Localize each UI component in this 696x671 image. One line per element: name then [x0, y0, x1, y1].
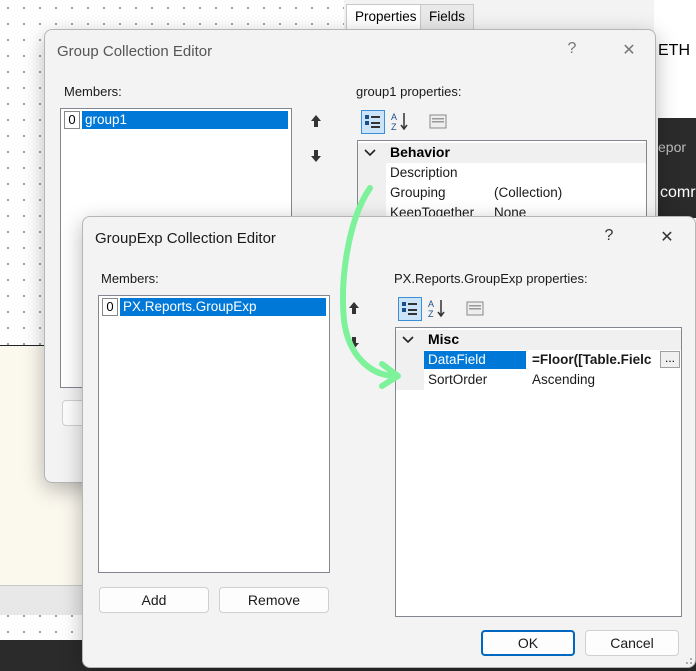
background-text-mid: epor	[658, 139, 687, 155]
property-row-datafield[interactable]: DataField =Floor([Table.Fielc ...	[396, 350, 681, 370]
cancel-button[interactable]: Cancel	[585, 630, 679, 656]
property-row-sortorder[interactable]: SortOrder Ascending	[396, 370, 681, 390]
svg-text:A: A	[391, 112, 397, 122]
background-text-top: ETH	[658, 42, 690, 59]
dialog-title: GroupExp Collection Editor	[95, 230, 276, 247]
properties-label: group1 properties:	[356, 84, 462, 99]
background-text-low: comr	[660, 184, 696, 201]
svg-text:Z: Z	[428, 309, 434, 319]
list-item-name: PX.Reports.GroupExp	[120, 298, 326, 316]
remove-button[interactable]: Remove	[219, 587, 329, 613]
dialog-title: Group Collection Editor	[57, 43, 213, 60]
close-button[interactable]: ✕	[618, 40, 640, 62]
category-label: Behavior	[390, 144, 450, 160]
resize-grip-icon[interactable]	[683, 655, 693, 665]
category-label: Misc	[428, 331, 460, 347]
help-button[interactable]: ?	[598, 227, 620, 249]
members-label: Members:	[64, 84, 122, 99]
categorized-icon	[365, 115, 380, 128]
property-grid-toolbar: A Z	[396, 297, 496, 325]
category-row-behavior[interactable]: Behavior	[358, 143, 646, 163]
move-up-button[interactable]	[303, 110, 329, 136]
property-pages-button[interactable]	[464, 297, 488, 321]
members-listbox[interactable]: 0 PX.Reports.GroupExp	[98, 295, 330, 573]
background-dark-panel: epor comr	[658, 118, 696, 218]
sort-alpha-icon: A Z	[428, 299, 445, 319]
property-pages-button[interactable]	[427, 110, 451, 134]
list-item-index: 0	[64, 111, 80, 129]
chevron-down-icon	[364, 149, 376, 157]
list-item-index: 0	[102, 298, 118, 316]
help-button[interactable]: ?	[561, 40, 583, 62]
properties-label: PX.Reports.GroupExp properties:	[394, 271, 588, 286]
property-pages-icon	[429, 114, 447, 129]
ok-button[interactable]: OK	[481, 630, 575, 656]
list-item[interactable]: 0 PX.Reports.GroupExp	[102, 298, 326, 316]
property-pages-icon	[466, 301, 484, 316]
ellipsis-button[interactable]: ...	[660, 351, 680, 368]
arrow-down-icon	[311, 150, 321, 162]
list-item-name: group1	[82, 111, 288, 129]
property-name: SortOrder	[428, 372, 488, 387]
members-label: Members:	[101, 271, 159, 286]
svg-text:A: A	[428, 299, 434, 309]
report-section-footer	[0, 585, 90, 615]
properties-tabbar: Properties Fields	[344, 0, 654, 32]
annotation-arrow	[340, 185, 401, 389]
property-grid[interactable]: Misc DataField =Floor([Table.Fielc ... S…	[395, 327, 682, 617]
svg-text:Z: Z	[391, 122, 397, 132]
add-button[interactable]: Add	[99, 587, 209, 613]
sort-alpha-icon: A Z	[391, 112, 408, 132]
property-value: Ascending	[532, 372, 596, 387]
list-item[interactable]: 0 group1	[64, 111, 288, 129]
property-grid-toolbar: A Z	[359, 110, 459, 138]
alphabetical-button[interactable]: A Z	[389, 110, 413, 134]
alphabetical-button[interactable]: A Z	[426, 297, 450, 321]
datafield-value-input[interactable]: =Floor([Table.Fielc	[532, 350, 660, 370]
titlebar: Group Collection Editor ? ✕	[45, 30, 655, 76]
tab-properties[interactable]: Properties	[346, 4, 426, 30]
move-down-button[interactable]	[303, 145, 329, 171]
arrow-up-icon	[311, 115, 321, 127]
close-button[interactable]: ✕	[656, 227, 678, 249]
tab-fields[interactable]: Fields	[420, 4, 475, 30]
categorized-button[interactable]	[361, 110, 385, 134]
property-value: (Collection)	[494, 185, 563, 200]
property-name: DataField	[428, 352, 486, 367]
category-row-misc[interactable]: Misc	[396, 330, 681, 350]
